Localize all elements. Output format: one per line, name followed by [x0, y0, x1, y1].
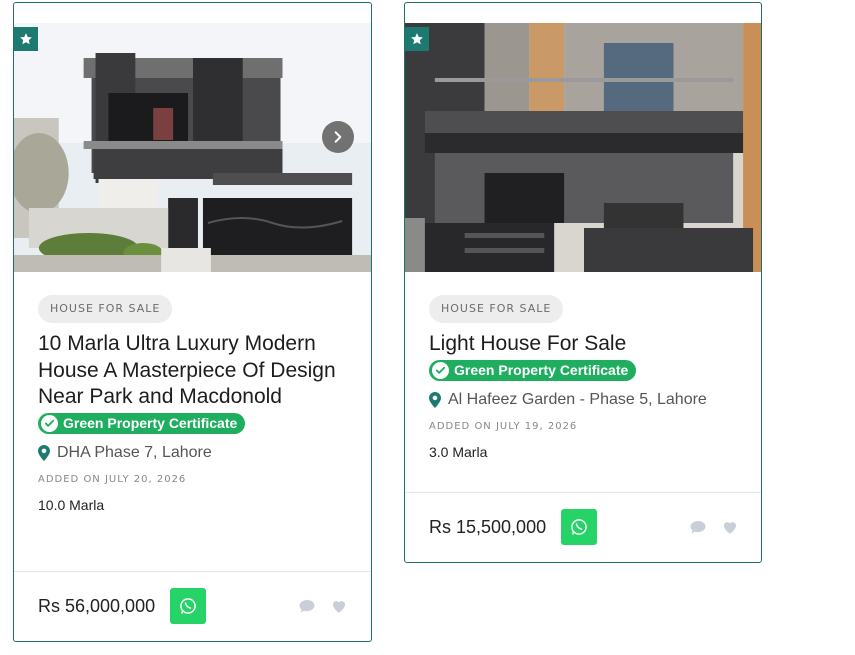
- property-size: 3.0 Marla: [429, 443, 488, 460]
- check-circle-icon: [41, 414, 58, 432]
- property-location: Al Hafeez Garden - Phase 5, Lahore: [429, 391, 741, 409]
- property-card[interactable]: HOUSE FOR SALE 10 Marla Ultra Luxury Mod…: [13, 2, 372, 642]
- category-badge[interactable]: HOUSE FOR SALE: [38, 295, 173, 323]
- check-circle-icon: [432, 361, 449, 379]
- category-badge[interactable]: HOUSE FOR SALE: [429, 295, 564, 323]
- whatsapp-button[interactable]: [561, 509, 597, 545]
- property-title[interactable]: Light House For Sale: [429, 331, 741, 358]
- card-footer: Rs 15,500,000: [405, 492, 761, 562]
- property-details: HOUSE FOR SALE Light House For Sale Gree…: [429, 295, 741, 460]
- map-marker-icon: [429, 391, 441, 408]
- card-footer: Rs 56,000,000: [14, 571, 371, 641]
- price: Rs 15,500,000: [429, 517, 547, 537]
- green-certificate-badge: Green Property Certificate: [429, 359, 637, 381]
- added-date: ADDED ON JULY 20, 2026: [38, 473, 187, 485]
- property-card[interactable]: HOUSE FOR SALE Light House For Sale Gree…: [404, 2, 762, 563]
- map-marker-icon: [38, 444, 50, 461]
- whatsapp-icon: [571, 519, 587, 535]
- added-date: ADDED ON JULY 19, 2026: [429, 420, 578, 432]
- whatsapp-button[interactable]: [170, 588, 206, 624]
- certificate-label: Green Property Certificate: [454, 361, 629, 378]
- location-text: DHA Phase 7, Lahore: [57, 443, 212, 461]
- comment-icon[interactable]: [689, 518, 707, 536]
- property-size: 10.0 Marla: [38, 496, 105, 513]
- green-certificate-badge: Green Property Certificate: [38, 412, 246, 434]
- certificate-label: Green Property Certificate: [63, 414, 238, 431]
- location-text: Al Hafeez Garden - Phase 5, Lahore: [448, 390, 707, 408]
- price: Rs 56,000,000: [38, 596, 156, 616]
- property-location: DHA Phase 7, Lahore: [38, 444, 351, 462]
- whatsapp-icon: [180, 598, 196, 614]
- comment-icon[interactable]: [298, 597, 316, 615]
- heart-icon[interactable]: [721, 518, 739, 536]
- property-details: HOUSE FOR SALE 10 Marla Ultra Luxury Mod…: [38, 295, 351, 513]
- featured-star-icon: [405, 27, 429, 51]
- property-title[interactable]: 10 Marla Ultra Luxury Modern House A Mas…: [38, 331, 351, 411]
- property-photo[interactable]: [14, 23, 371, 272]
- property-photo[interactable]: [405, 23, 761, 272]
- next-photo-chevron-right-icon[interactable]: [322, 121, 354, 153]
- heart-icon[interactable]: [330, 597, 348, 615]
- featured-star-icon: [14, 27, 38, 51]
